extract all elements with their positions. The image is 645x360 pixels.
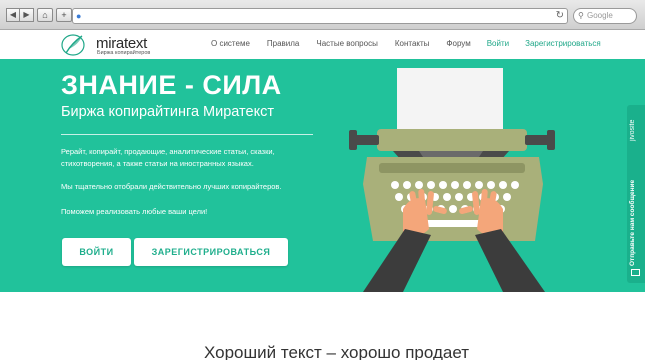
forward-icon[interactable]: ▶ [20,8,34,22]
section-title: Хороший текст – хорошо продает [204,343,470,360]
register-button[interactable]: ЗАРЕГИСТРИРОВАТЬСЯ [134,238,288,266]
nav-contacts[interactable]: Контакты [395,39,430,48]
back-icon[interactable]: ◀ [6,8,20,22]
nav-register[interactable]: Зарегистрироваться [525,39,601,48]
hero-text-selection: Мы тщательно отобрали действительно лучш… [61,182,282,191]
history-buttons: ◀ ▶ [6,8,34,22]
site-header: miratext Биржа копирайтеров О системе Пр… [0,30,645,59]
search-placeholder: Google [587,11,613,20]
nav-login[interactable]: Войти [487,39,509,48]
feather-logo-icon [61,34,85,56]
hero-divider [61,134,313,135]
typewriter-illustration [349,68,555,292]
hero-title: ЗНАНИЕ - СИЛА [61,70,282,100]
add-tab-icon[interactable]: + [56,8,72,22]
chat-widget-brand: jivosite [629,119,636,141]
logo-subtitle: Биржа копирайтеров [97,50,151,56]
nav-rules[interactable]: Правила [267,39,299,48]
globe-icon: ● [76,11,82,21]
hero-section: ЗНАНИЕ - СИЛА Биржа копирайтинга Миратек… [0,59,645,292]
hero-text-goals: Поможем реализовать любые ваши цели! [61,207,208,216]
hero-text-services: Рерайт, копирайт, продающие, аналитическ… [61,147,275,168]
home-icon[interactable]: ⌂ [37,8,53,22]
nav-forum[interactable]: Форум [446,39,470,48]
nav-about[interactable]: О системе [211,39,250,48]
search-input[interactable]: ⚲ Google [573,8,637,24]
browser-toolbar: ◀ ▶ ⌂ + ● ↻ ⚲ Google [0,0,645,30]
reload-icon[interactable]: ↻ [556,10,564,21]
chat-widget-tab[interactable]: jivosite Отправьте нам сообщение [627,105,645,283]
envelope-icon [631,269,640,276]
hero-subtitle: Биржа копирайтинга Миратекст [61,104,274,120]
nav-faq[interactable]: Частые вопросы [316,39,377,48]
address-bar[interactable]: ● ↻ [72,8,568,24]
main-nav: О системе Правила Частые вопросы Контакт… [211,39,601,48]
login-button[interactable]: ВОЙТИ [62,238,131,266]
chat-widget-label: Отправьте нам сообщение [629,179,636,266]
search-icon: ⚲ [578,11,584,20]
